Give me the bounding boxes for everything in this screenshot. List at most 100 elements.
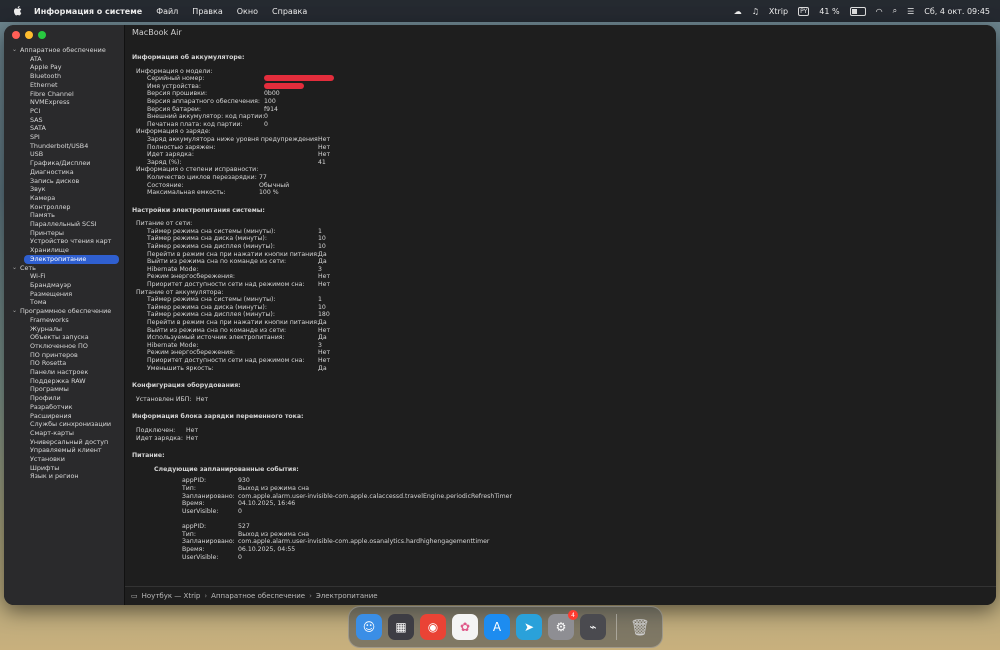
event-row: Запланировано: com.apple.alarm.user-invis… [182,493,986,501]
sidebar-item[interactable]: Панели настроек [4,368,124,377]
ac-power-title: Питание от сети: [136,220,193,228]
minimize-button[interactable] [25,31,33,39]
photos-icon[interactable]: ✿ [452,614,478,640]
sidebar-item[interactable]: Расширения [4,412,124,421]
sidebar-item[interactable]: Память [4,211,124,220]
path-power[interactable]: Электропитание [316,592,378,600]
sidebar-item[interactable]: Шрифты [4,464,124,473]
sidebar-item[interactable]: Размещения [4,290,124,299]
info-row: Используемый источник электропитания: Да [132,334,986,342]
search-icon[interactable]: ⌕ [893,6,897,16]
close-button[interactable] [12,31,20,39]
sidebar-item[interactable]: SAS [4,116,124,125]
app-menu[interactable]: Информация о системе [34,7,142,16]
event-key: Тип: [182,484,196,492]
menu-window[interactable]: Окно [237,7,258,16]
sidebar-item[interactable]: Журналы [4,325,124,334]
chrome-icon[interactable]: ◉ [420,614,446,640]
info-key: Подключен: [136,426,176,434]
sidebar-item[interactable]: Службы синхронизации [4,420,124,429]
sidebar-item[interactable]: Отключенное ПО [4,342,124,351]
menu-edit[interactable]: Правка [192,7,222,16]
info-key: Режим энергосбережения: [147,273,235,281]
sidebar-item[interactable]: Электропитание [24,254,119,264]
sidebar-item[interactable]: ПО Rosetta [4,359,124,368]
sidebar-item[interactable]: Камера [4,194,124,203]
keyboard-layout-icon[interactable]: PY [798,6,810,16]
chevron-down-icon[interactable]: ⌄ [12,264,20,273]
sidebar-item[interactable]: Поддержка RAW [4,377,124,386]
sidebar-item[interactable]: Язык и регион [4,472,124,481]
sidebar-item[interactable]: Fibre Channel [4,90,124,99]
path-computer[interactable]: Ноутбук — Xtrip [142,592,201,600]
music-icon[interactable]: ♫ [752,7,759,16]
menu-file[interactable]: Файл [156,7,178,16]
chevron-down-icon[interactable]: ⌄ [12,307,20,316]
info-value: Нет [318,349,331,357]
path-hardware[interactable]: Аппаратное обеспечение [211,592,305,600]
sidebar-item[interactable]: Хранилище [4,246,124,255]
menubar-status-area: ☁ ♫ Xtrip PY 41 % ◠ ⌕ ☰ Сб, 4 окт. 09:45 [734,0,990,22]
sidebar-item[interactable]: Разработчик [4,403,124,412]
sidebar-item[interactable]: Apple Pay [4,63,124,72]
sidebar-item[interactable]: SATA [4,124,124,133]
path-bar: ▭ Ноутбук — Xtrip › Аппаратное обеспечен… [125,586,996,605]
info-value: 180 [318,311,330,319]
system-settings-icon[interactable]: ⚙ 4 [548,610,578,640]
sidebar-item[interactable]: Графика/Дисплеи [4,159,124,168]
zoom-button[interactable] [38,31,46,39]
sidebar-item[interactable]: Frameworks [4,316,124,325]
cloud-icon[interactable]: ☁ [734,7,742,16]
sidebar-item[interactable]: Запись дисков [4,177,124,186]
info-key: Таймер режима сна диска (минуты): [147,235,267,243]
sidebar-item[interactable]: Принтеры [4,229,124,238]
sidebar-item[interactable]: Профили [4,394,124,403]
info-value: 1 [318,227,322,235]
sidebar-item[interactable]: Диагностика [4,168,124,177]
sidebar-category[interactable]: ⌄ Аппаратное обеспечение [4,46,124,55]
sidebar-item[interactable]: USB [4,150,124,159]
sidebar-item[interactable]: Смарт-карты [4,429,124,438]
launchpad-icon[interactable]: ▦ [388,614,414,640]
menubar-clock[interactable]: Сб, 4 окт. 09:45 [924,7,990,16]
sidebar-item[interactable]: SPI [4,133,124,142]
wifi-icon[interactable]: ◠ [876,7,883,16]
info-row: Таймер режима сна дисплея (минуты): 180 [132,311,986,319]
sidebar-category[interactable]: ⌄ Программное обеспечение [4,307,124,316]
sidebar-item[interactable]: Брандмауэр [4,281,124,290]
system-information-icon[interactable]: ⌁ [580,614,606,640]
sidebar-item[interactable]: Bluetooth [4,72,124,81]
trash-icon[interactable]: 🗑 [627,614,653,640]
sidebar-item[interactable]: Thunderbolt/USB4 [4,142,124,151]
event-row: Запланировано: com.apple.alarm.user-invis… [182,538,986,546]
sidebar-item[interactable]: NVMExpress [4,98,124,107]
sidebar-item[interactable]: Контроллер [4,203,124,212]
sidebar-item[interactable]: ATA [4,55,124,64]
sidebar-item[interactable]: Тома [4,298,124,307]
info-value: f914 [264,105,278,113]
sidebar-item[interactable]: PCI [4,107,124,116]
sidebar-item[interactable]: ПО принтеров [4,351,124,360]
xtrip-status-item[interactable]: Xtrip [769,7,788,16]
sidebar-item[interactable]: Объекты запуска [4,333,124,342]
sidebar-item[interactable]: Ethernet [4,81,124,90]
info-row: Перейти в режим сна при нажатии кнопки п… [132,319,986,327]
sidebar-item[interactable]: Параллельный SCSI [4,220,124,229]
sidebar-category[interactable]: ⌄ Сеть [4,264,124,273]
menu-help[interactable]: Справка [272,7,307,16]
sidebar-item[interactable]: Звук [4,185,124,194]
sidebar-item[interactable]: Устройство чтения карт [4,237,124,246]
app-store-icon[interactable]: A [484,614,510,640]
sidebar-item[interactable]: Управляемый клиент [4,446,124,455]
control-center-icon[interactable]: ☰ [907,7,914,16]
sidebar-category-label: Сеть [20,263,36,272]
sidebar-item[interactable]: Установки [4,455,124,464]
sidebar-item[interactable]: Программы [4,385,124,394]
apple-menu-icon[interactable] [12,5,24,17]
battery-icon[interactable] [849,6,866,16]
telegram-icon[interactable]: ➤ [516,614,542,640]
finder-icon[interactable]: ☺ [356,614,382,640]
sidebar-item[interactable]: Универсальный доступ [4,438,124,447]
chevron-down-icon[interactable]: ⌄ [12,46,20,55]
sidebar-item[interactable]: Wi-Fi [4,272,124,281]
